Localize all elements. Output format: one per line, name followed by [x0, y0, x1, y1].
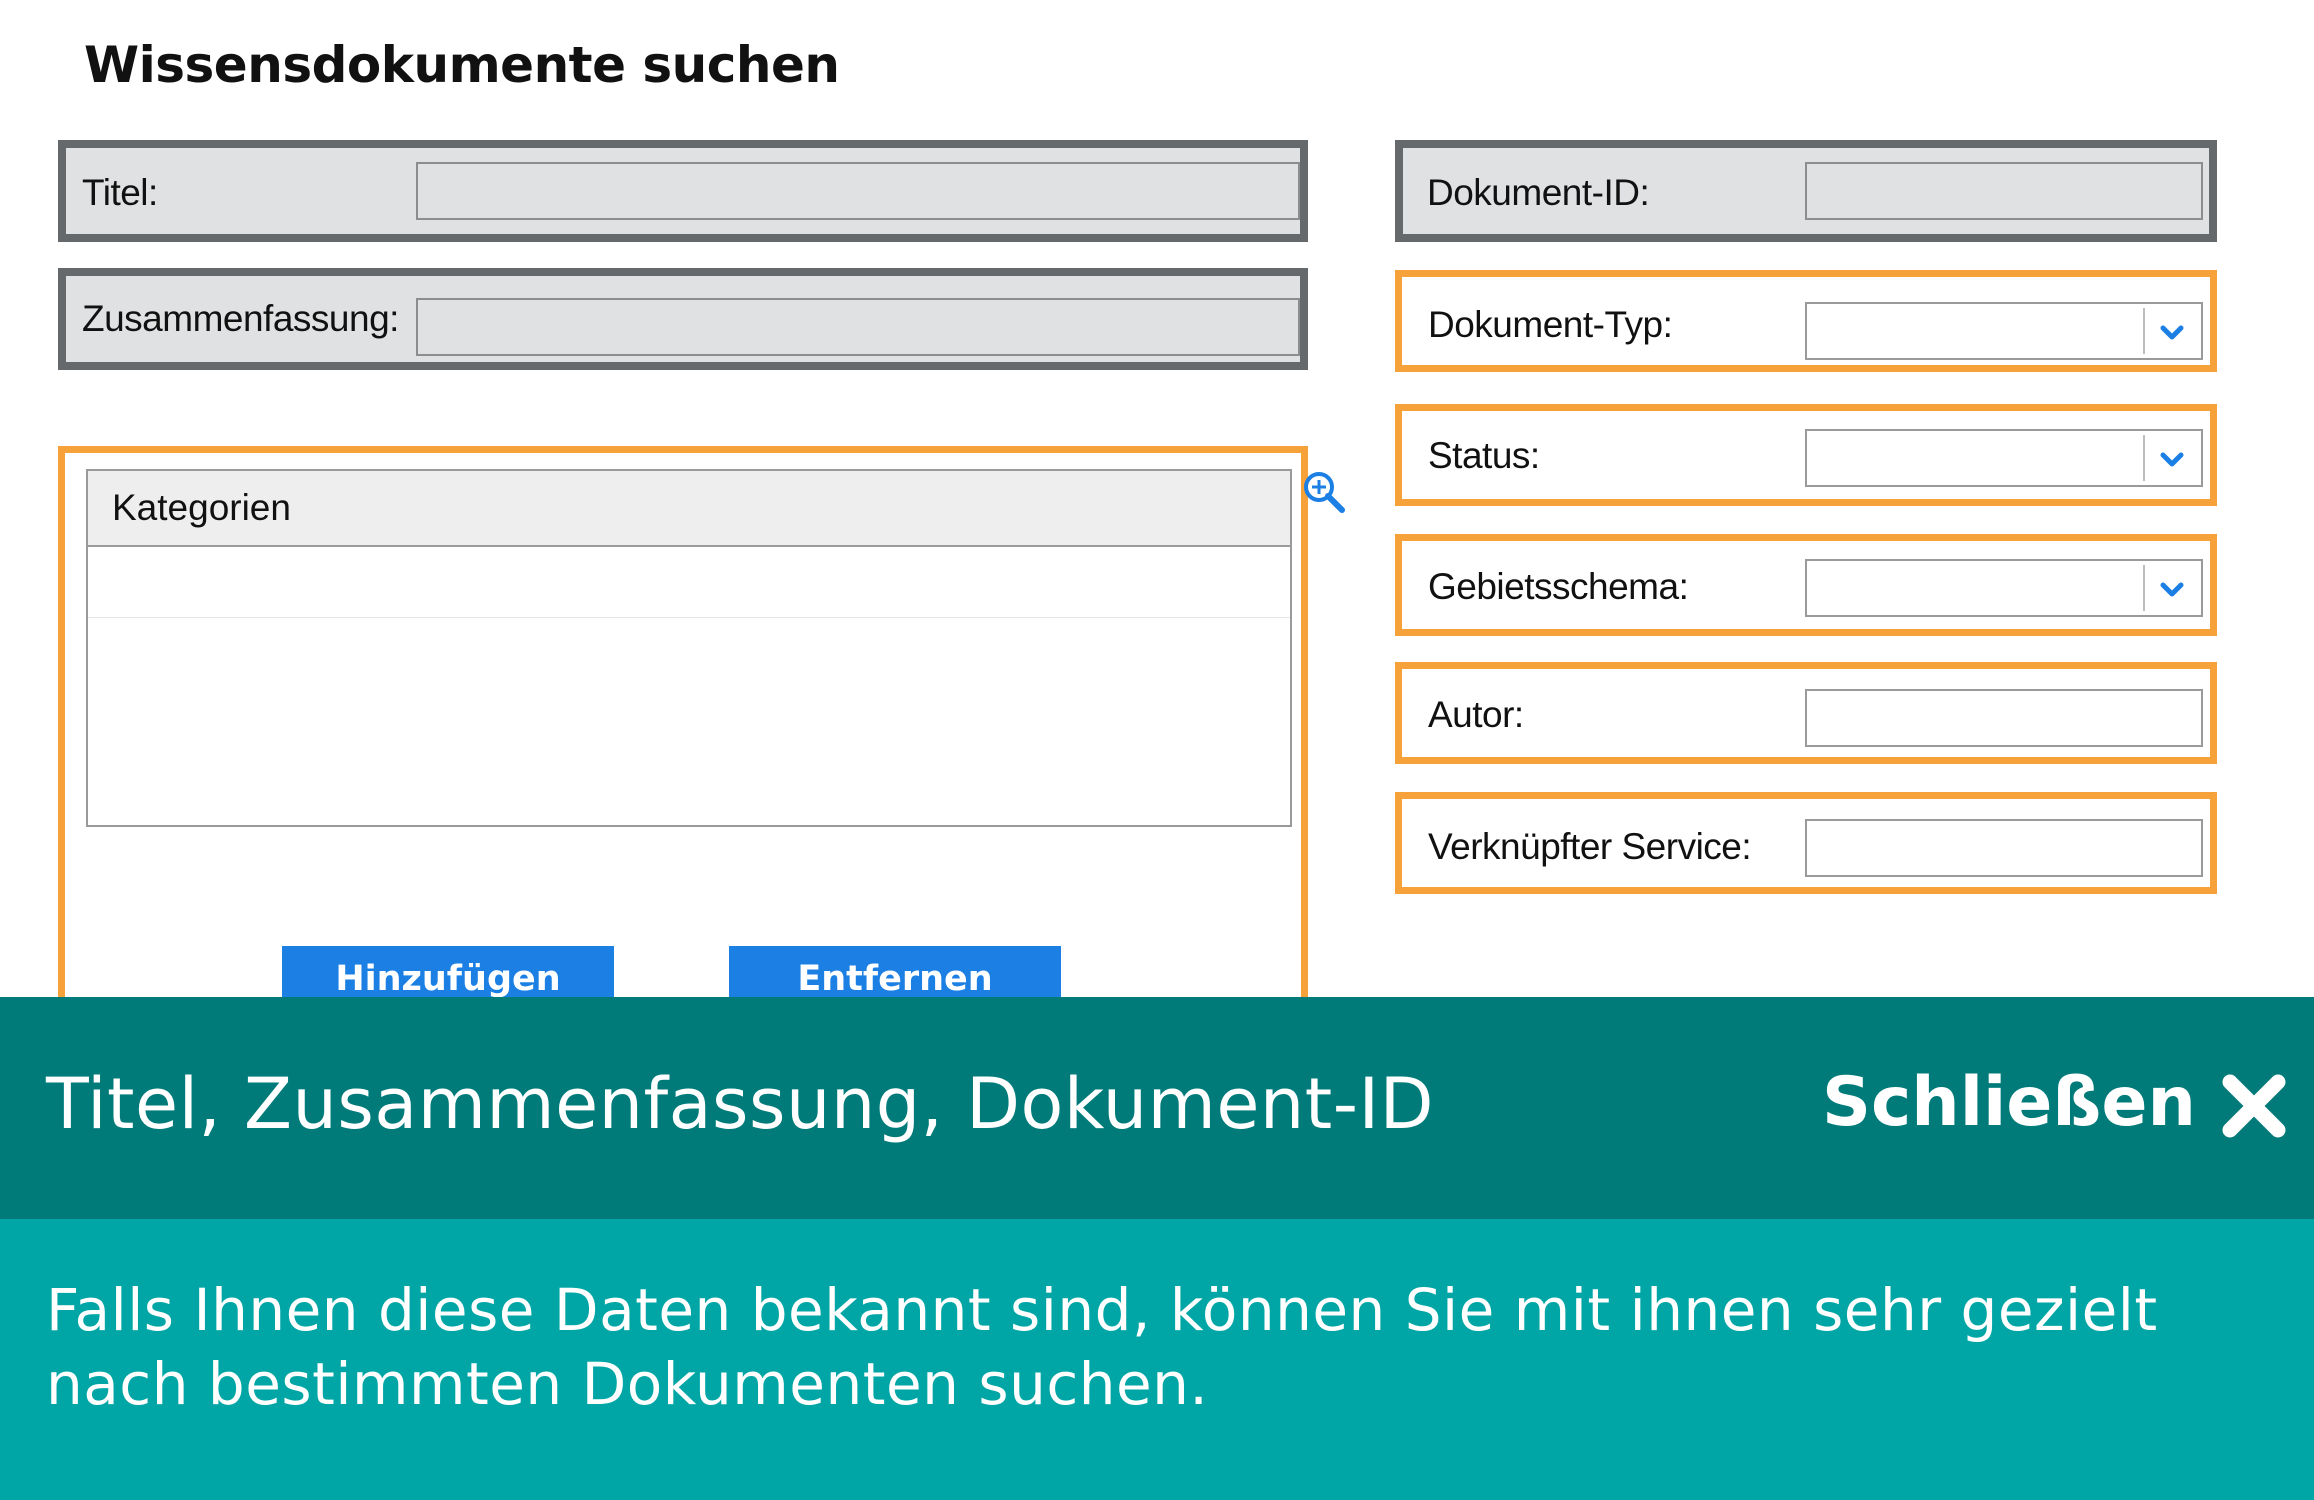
status-field-group: Status:	[1395, 404, 2217, 506]
tooltip-description: Falls Ihnen diese Daten bekannt sind, kö…	[46, 1276, 2158, 1418]
dokument-typ-field-group: Dokument-Typ:	[1395, 270, 2217, 372]
tooltip-header: Titel, Zusammenfassung, Dokument-ID Schl…	[0, 997, 2314, 1219]
page-title: Wissensdokumente suchen	[84, 36, 840, 94]
autor-label: Autor:	[1428, 694, 1524, 735]
close-icon[interactable]	[2220, 1072, 2288, 1140]
tooltip-body: Falls Ihnen diese Daten bekannt sind, kö…	[0, 1219, 2314, 1500]
zoom-in-icon[interactable]	[1302, 470, 1346, 514]
chevron-down-icon	[2160, 325, 2184, 340]
tooltip-title: Titel, Zusammenfassung, Dokument-ID	[46, 1063, 1435, 1145]
titel-label: Titel:	[82, 172, 158, 213]
categories-header-label: Kategorien	[112, 487, 291, 528]
autor-field-group: Autor:	[1395, 662, 2217, 764]
table-row	[88, 617, 1290, 618]
verknuepfter-service-field-group: Verknüpfter Service:	[1395, 792, 2217, 894]
categories-table[interactable]: Kategorien	[86, 469, 1292, 827]
titel-field-group: Titel:	[58, 140, 1308, 242]
dokument-id-input[interactable]	[1805, 162, 2203, 220]
gebietsschema-label: Gebietsschema:	[1428, 566, 1689, 607]
chevron-down-icon	[2160, 582, 2184, 597]
status-label: Status:	[1428, 435, 1540, 476]
dokument-id-label: Dokument-ID:	[1427, 172, 1650, 213]
verknuepfter-service-input[interactable]	[1805, 819, 2203, 877]
status-select[interactable]	[1805, 429, 2203, 487]
gebietsschema-select[interactable]	[1805, 559, 2203, 617]
dokument-typ-select[interactable]	[1805, 302, 2203, 360]
dokument-id-field-group: Dokument-ID:	[1395, 140, 2217, 242]
gebietsschema-field-group: Gebietsschema:	[1395, 534, 2217, 636]
verknuepfter-service-label: Verknüpfter Service:	[1428, 826, 1752, 867]
chevron-down-icon	[2160, 452, 2184, 467]
categories-table-header: Kategorien	[88, 471, 1290, 547]
zusammenfassung-field-group: Zusammenfassung:	[58, 268, 1308, 370]
titel-input[interactable]	[416, 162, 1300, 220]
zusammenfassung-input[interactable]	[416, 298, 1300, 356]
autor-input[interactable]	[1805, 689, 2203, 747]
dokument-typ-label: Dokument-Typ:	[1428, 304, 1673, 345]
zusammenfassung-label: Zusammenfassung:	[82, 298, 399, 339]
close-button[interactable]: Schließen	[1822, 1063, 2196, 1142]
categories-panel: Kategorien Hinzufügen Entfernen	[58, 446, 1308, 1012]
